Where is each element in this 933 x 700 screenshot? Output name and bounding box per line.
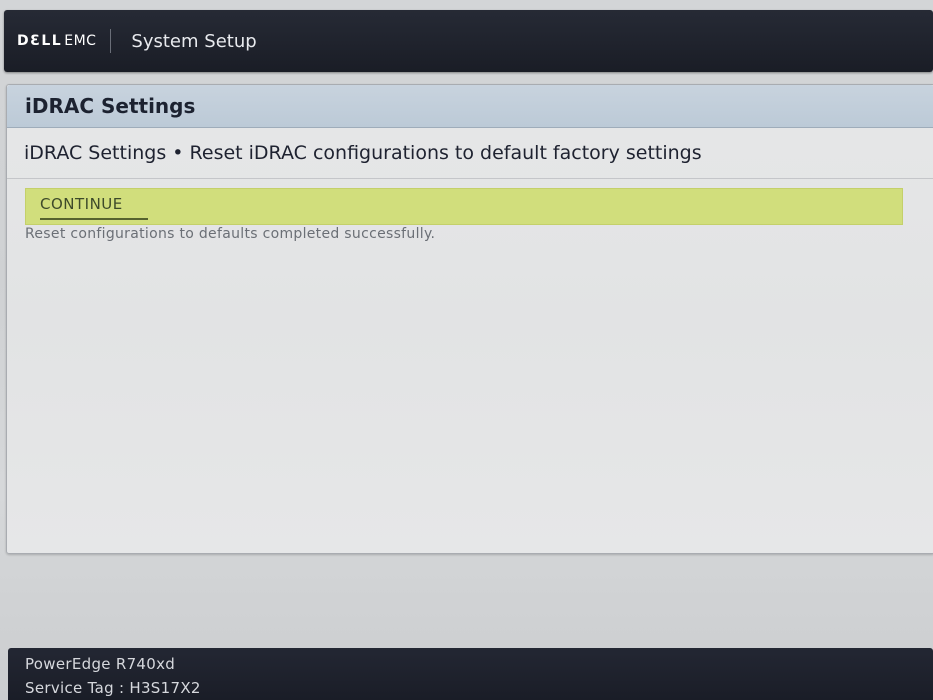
top-header-bar: DƐLL EMC System Setup	[4, 10, 933, 72]
continue-button[interactable]: CONTINUE	[40, 195, 123, 217]
panel-header: iDRAC Settings	[7, 85, 933, 128]
breadcrumb-row: iDRAC Settings • Reset iDRAC configurati…	[7, 128, 933, 179]
footer-bar: PowerEdge R740xd Service Tag : H3S17X2	[8, 648, 933, 700]
main-panel: iDRAC Settings iDRAC Settings • Reset iD…	[6, 84, 933, 554]
system-model: PowerEdge R740xd	[25, 655, 176, 673]
brand-emc-text: EMC	[64, 33, 97, 49]
continue-bar[interactable]: CONTINUE	[25, 188, 903, 225]
screen: DƐLL EMC System Setup iDRAC Settings iDR…	[0, 0, 933, 700]
page-title: iDRAC Settings	[25, 94, 196, 118]
service-tag: Service Tag : H3S17X2	[25, 679, 201, 697]
breadcrumb: iDRAC Settings • Reset iDRAC configurati…	[24, 142, 702, 164]
app-title: System Setup	[131, 30, 257, 52]
continue-underline	[40, 218, 148, 220]
dell-emc-logo: DƐLL EMC	[17, 33, 96, 49]
status-message: Reset configurations to defaults complet…	[25, 226, 436, 242]
header-divider	[110, 29, 112, 53]
brand-dell-text: DƐLL	[17, 33, 63, 49]
